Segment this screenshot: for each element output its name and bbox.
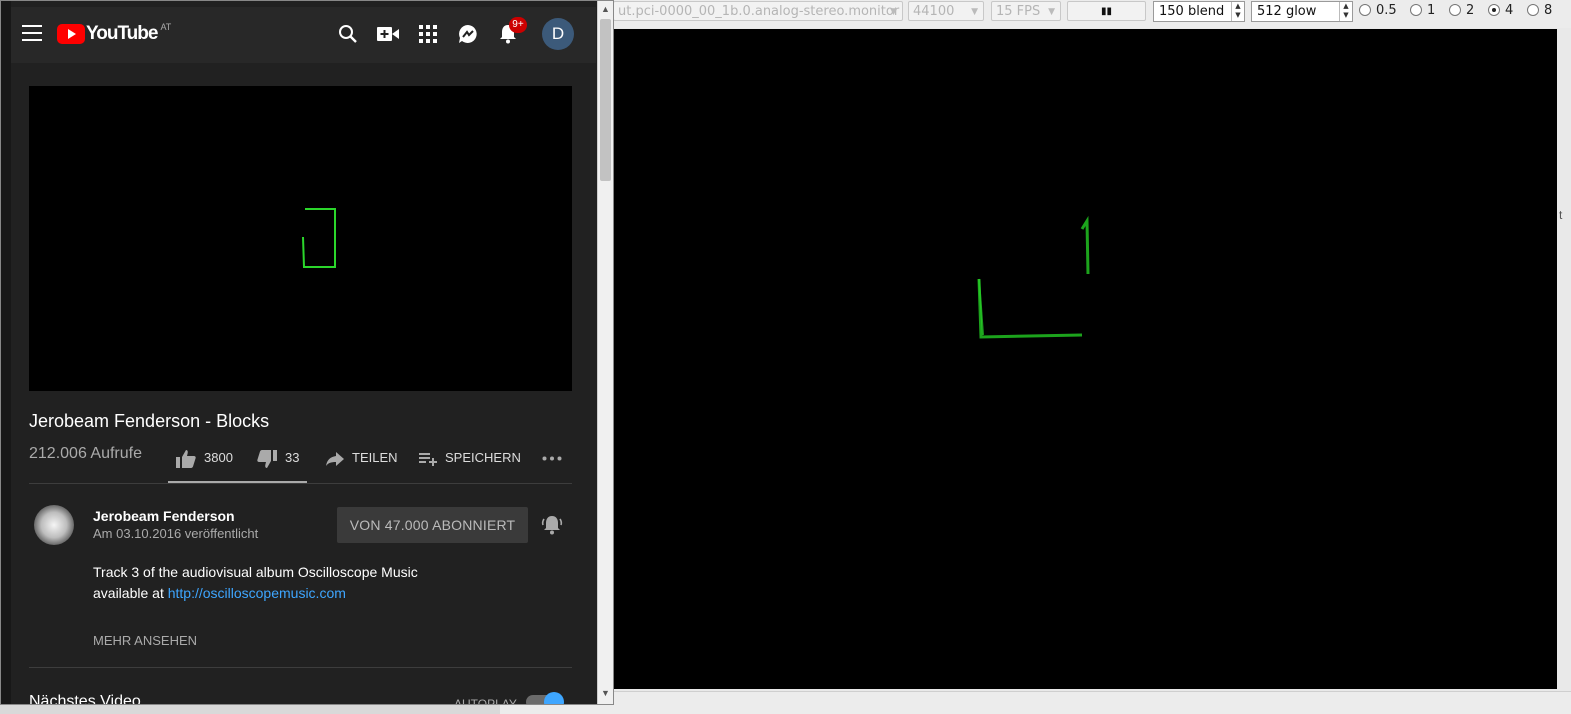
- chevron-down-icon: ▼: [971, 7, 978, 17]
- pause-icon: ▮▮: [1100, 6, 1112, 17]
- channel-name[interactable]: Jerobeam Fenderson: [93, 508, 235, 524]
- video-frame: [302, 208, 336, 268]
- oscilloscope-trace: [977, 215, 1090, 339]
- oscilloscope-display: [612, 29, 1557, 689]
- youtube-window: YouTube AT 9+ D Jerobeam Fenderson - Bloc…: [0, 0, 614, 705]
- description-link[interactable]: http://oscilloscopemusic.com: [168, 585, 346, 601]
- like-count: 3800: [204, 450, 233, 465]
- scale-radio-1[interactable]: 1: [1410, 3, 1435, 19]
- autoplay-label: AUTOPLAY: [454, 697, 517, 705]
- glow-spinbox[interactable]: 512 glow ▲ ▼: [1251, 1, 1353, 22]
- window-edge-text: t: [1559, 208, 1563, 222]
- fps-select[interactable]: 15 FPS ▼: [991, 1, 1061, 21]
- divider: [29, 483, 572, 484]
- radio-selected-icon: [1488, 4, 1500, 16]
- dislike-count: 33: [285, 450, 300, 465]
- notification-badge: 9+: [509, 17, 527, 33]
- video-title: Jerobeam Fenderson - Blocks: [29, 411, 270, 431]
- window-gutter: [1, 1, 11, 704]
- spin-arrows-icon[interactable]: ▲ ▼: [1339, 2, 1352, 21]
- account-avatar[interactable]: D: [542, 18, 574, 50]
- scale-label: 1: [1427, 3, 1436, 18]
- audio-source-select[interactable]: ut.pci-0000_00_1b.0.analog-stereo.monito…: [613, 1, 903, 21]
- blend-spinbox[interactable]: 150 blend ▲ ▼: [1153, 1, 1245, 22]
- scale-label: 0.5: [1376, 3, 1397, 18]
- channel-avatar[interactable]: [34, 505, 74, 545]
- scale-label: 4: [1505, 3, 1514, 18]
- create-video-icon[interactable]: [377, 26, 399, 42]
- youtube-wordmark: YouTube: [86, 23, 158, 44]
- scale-radio-3[interactable]: 4: [1488, 3, 1513, 19]
- radio-icon: [1410, 4, 1422, 16]
- blend-value: 150 blend: [1159, 4, 1225, 19]
- glow-value: 512 glow: [1257, 4, 1317, 19]
- up-next-heading: Nächstes Video: [29, 693, 141, 705]
- scrollbar-thumb[interactable]: [600, 19, 611, 181]
- oscilloscope-app: ut.pci-0000_00_1b.0.analog-stereo.monito…: [500, 0, 1571, 714]
- scale-label: 2: [1466, 3, 1475, 18]
- search-icon[interactable]: [338, 24, 358, 44]
- save-label: SPEICHERN: [445, 450, 521, 465]
- video-player[interactable]: [29, 86, 572, 391]
- chevron-down-icon: ▼: [1048, 7, 1055, 17]
- vertical-scrollbar[interactable]: ▲ ▼: [597, 1, 613, 704]
- scale-radio-0[interactable]: 0.5: [1359, 3, 1397, 19]
- share-label: TEILEN: [352, 450, 398, 465]
- more-actions-icon[interactable]: [542, 456, 562, 461]
- description-line: available at http://oscilloscopemusic.co…: [93, 585, 346, 601]
- sample-rate-select[interactable]: 44100 ▼: [908, 1, 984, 21]
- save-button[interactable]: SPEICHERN: [419, 448, 521, 468]
- scale-radio-4[interactable]: 8: [1527, 3, 1552, 19]
- description-text: available at: [93, 585, 168, 601]
- share-arrow-icon: [326, 451, 344, 466]
- apps-grid-icon[interactable]: [419, 25, 437, 43]
- share-button[interactable]: TEILEN: [326, 448, 398, 468]
- radio-icon: [1449, 4, 1461, 16]
- thumbs-up-icon: [176, 449, 196, 468]
- publish-date: Am 03.10.2016 veröffentlicht: [93, 526, 259, 541]
- autoplay-toggle[interactable]: [526, 692, 564, 704]
- scope-toolbar: ut.pci-0000_00_1b.0.analog-stereo.monito…: [500, 0, 1571, 28]
- messages-icon[interactable]: [458, 24, 478, 44]
- scale-radio-2[interactable]: 2: [1449, 3, 1474, 19]
- audio-source-label: ut.pci-0000_00_1b.0.analog-stereo.monito…: [618, 4, 900, 19]
- chevron-down-icon: ▼: [890, 7, 897, 17]
- radio-icon: [1527, 4, 1539, 16]
- dislike-button[interactable]: 33: [257, 448, 299, 468]
- region-code: AT: [160, 22, 172, 33]
- description-line: Track 3 of the audiovisual album Oscillo…: [93, 564, 418, 580]
- pause-button[interactable]: ▮▮: [1067, 1, 1146, 21]
- scroll-up-icon[interactable]: ▲: [601, 4, 610, 14]
- toggle-knob: [544, 692, 564, 704]
- radio-icon: [1359, 4, 1371, 16]
- youtube-logo[interactable]: YouTube AT: [57, 22, 172, 45]
- view-count: 212.006 Aufrufe: [29, 445, 142, 462]
- thumbs-down-icon: [257, 449, 277, 468]
- bottom-strip: [500, 691, 1571, 714]
- show-more-button[interactable]: MEHR ANSEHEN: [93, 633, 197, 648]
- scroll-down-icon[interactable]: ▼: [601, 688, 610, 698]
- fps-label: 15 FPS: [996, 4, 1041, 19]
- divider: [29, 667, 572, 668]
- spin-arrows-icon[interactable]: ▲ ▼: [1231, 2, 1244, 21]
- youtube-play-icon: [57, 24, 85, 44]
- like-button[interactable]: 3800: [176, 448, 233, 468]
- channel-notification-bell-icon[interactable]: [541, 514, 563, 536]
- sample-rate-label: 44100: [913, 4, 955, 19]
- scale-label: 8: [1544, 3, 1553, 18]
- playlist-add-icon: [419, 452, 437, 466]
- subscribed-button[interactable]: VON 47.000 ABONNIERT: [337, 507, 528, 543]
- hamburger-menu-icon[interactable]: [22, 25, 42, 41]
